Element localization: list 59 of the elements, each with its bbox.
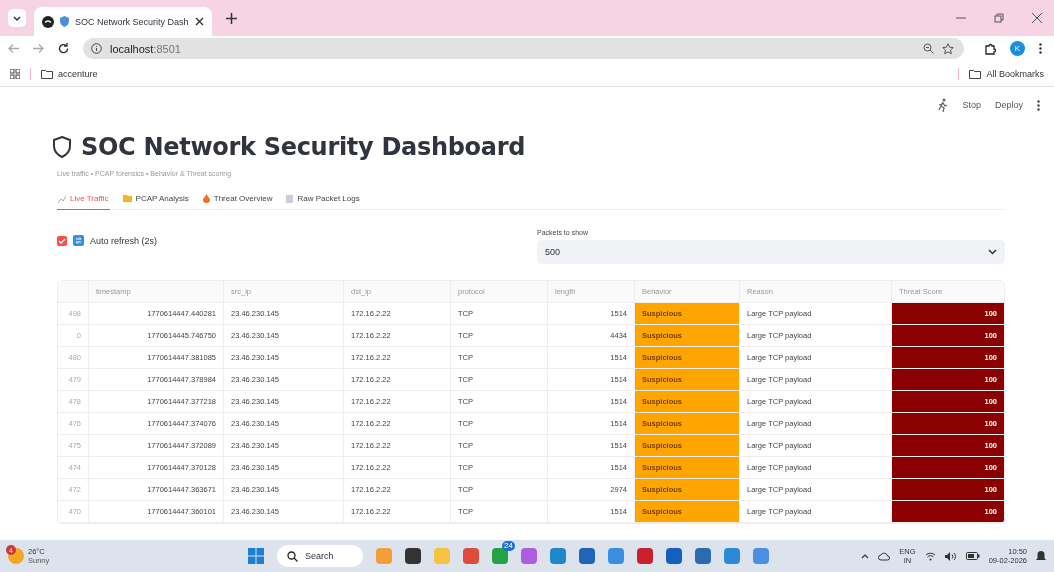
address-bar[interactable]: localhost:8501 [83,38,964,59]
apps-grid-icon[interactable] [10,68,20,79]
cloud-icon[interactable] [878,551,891,561]
back-icon[interactable] [8,43,19,54]
menu-icon[interactable] [1039,43,1042,54]
stop-button[interactable]: Stop [962,100,981,110]
deploy-button[interactable]: Deploy [995,100,1023,110]
speaker-icon[interactable] [944,551,957,561]
app-icon[interactable] [579,548,595,564]
notification-bell-icon[interactable] [1036,550,1046,562]
packets-select[interactable]: 500 [537,240,1005,264]
info-icon [91,43,102,54]
browser-tab[interactable]: SOC Network Security Dash [34,7,212,36]
weather-sun-icon[interactable] [8,548,24,564]
tab-list-button[interactable] [8,9,26,27]
forward-icon[interactable] [33,43,44,54]
app-icon[interactable] [666,548,682,564]
app-icon[interactable] [492,548,508,564]
all-bookmarks-folder[interactable]: All Bookmarks [969,68,1044,79]
reload-icon[interactable] [58,43,69,54]
puzzle-icon[interactable] [984,42,996,55]
chevron-up-icon[interactable] [861,553,870,559]
document-icon [286,194,294,203]
folder-icon [41,68,53,79]
checkbox[interactable] [57,235,67,246]
shield-icon [52,136,72,158]
favicon-icon [42,15,54,28]
chart-icon [58,194,66,203]
chevron-down-icon [988,249,997,255]
close-icon[interactable] [195,17,204,26]
page-title: SOC Network Security Dashboard [81,133,526,161]
bookmark-folder[interactable]: accenture [41,68,98,79]
folder-icon [969,68,982,79]
content-tab[interactable]: Threat Overview [201,192,274,210]
fire-icon [202,194,210,203]
notification-badge: 24 [502,541,515,551]
windows-start-icon[interactable] [248,548,264,564]
shield-icon [60,16,69,27]
search-icon [287,550,298,562]
running-figure-icon [937,98,949,112]
wifi-icon[interactable] [924,551,936,561]
app-icon[interactable] [637,548,653,564]
app-icon[interactable] [405,548,421,564]
more-icon[interactable] [1037,99,1040,111]
content-tab[interactable]: Raw Packet Logs [285,192,361,210]
app-icon[interactable] [695,548,711,564]
battery-icon[interactable] [965,552,980,560]
folder-icon [122,195,132,202]
taskbar-search[interactable]: Search [277,545,363,567]
chevron-down-icon [12,13,22,23]
zoom-icon[interactable] [923,43,934,54]
restore-icon[interactable] [994,13,1004,23]
profile-avatar[interactable]: K [1010,41,1025,56]
checkbox-label: Auto refresh (2s) [90,235,158,246]
content-tab[interactable]: PCAP Analysis [121,192,190,210]
new-tab-icon[interactable] [226,12,237,24]
star-icon[interactable] [942,42,954,55]
refresh-emoji-icon [73,235,84,246]
close-icon[interactable] [1032,13,1042,23]
